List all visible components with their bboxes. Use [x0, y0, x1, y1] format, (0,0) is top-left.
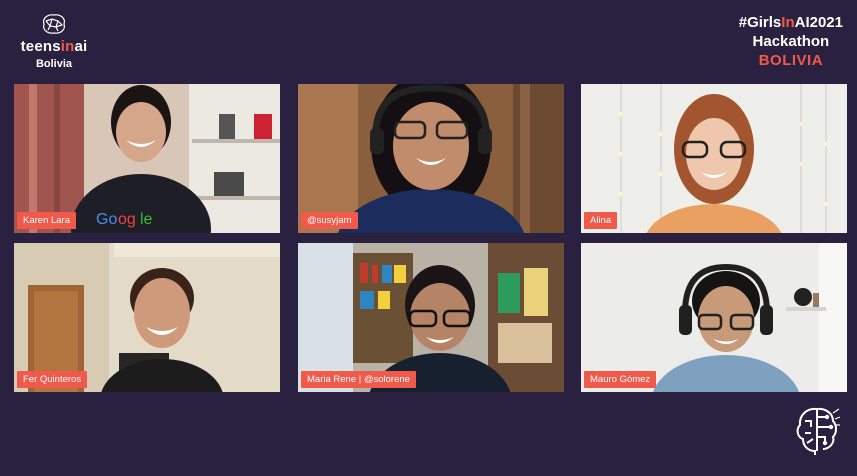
teensinai-logo: teensinai Bolivia: [14, 12, 94, 70]
event-hashtag: #GirlsInAI2021: [738, 14, 843, 31]
brand-subtitle: Bolivia: [35, 58, 73, 70]
brand-name: teensinai: [20, 38, 88, 55]
event-country: BOLIVIA: [758, 52, 824, 69]
participant-name: Fer Quinteros: [17, 371, 88, 388]
video-feed: [298, 84, 564, 233]
video-tile-susyjam[interactable]: @susyjam: [298, 84, 564, 233]
svg-text:og: og: [118, 211, 136, 228]
participant-name: Karen Lara: [17, 212, 77, 229]
video-feed: Go og le: [14, 84, 280, 233]
video-tile-fer-quinteros[interactable]: Fer Quinteros: [14, 243, 280, 392]
brain-network-icon: [43, 14, 65, 34]
svg-text:le: le: [140, 211, 153, 228]
event-name: Hackathon: [752, 33, 830, 50]
video-feed: [581, 84, 847, 233]
svg-text:Go: Go: [96, 211, 117, 228]
video-feed: [581, 243, 847, 392]
video-feed: [14, 243, 280, 392]
participant-name: @susyjam: [301, 212, 358, 229]
participant-name: Mauro Gómez: [584, 371, 657, 388]
participant-name: Maria Rene | @solorene: [301, 371, 416, 388]
video-tile-alina[interactable]: Alina: [581, 84, 847, 233]
brain-circuit-icon: [793, 405, 841, 464]
video-feed: [298, 243, 564, 392]
video-tile-karen-lara[interactable]: Go og le Karen Lara: [14, 84, 280, 233]
event-title: #GirlsInAI2021 Hackathon BOLIVIA: [739, 14, 843, 69]
video-tile-maria-rene[interactable]: Maria Rene | @solorene: [298, 243, 564, 392]
video-tile-mauro-gomez[interactable]: Mauro Gómez: [581, 243, 847, 392]
participant-name: Alina: [584, 212, 618, 229]
